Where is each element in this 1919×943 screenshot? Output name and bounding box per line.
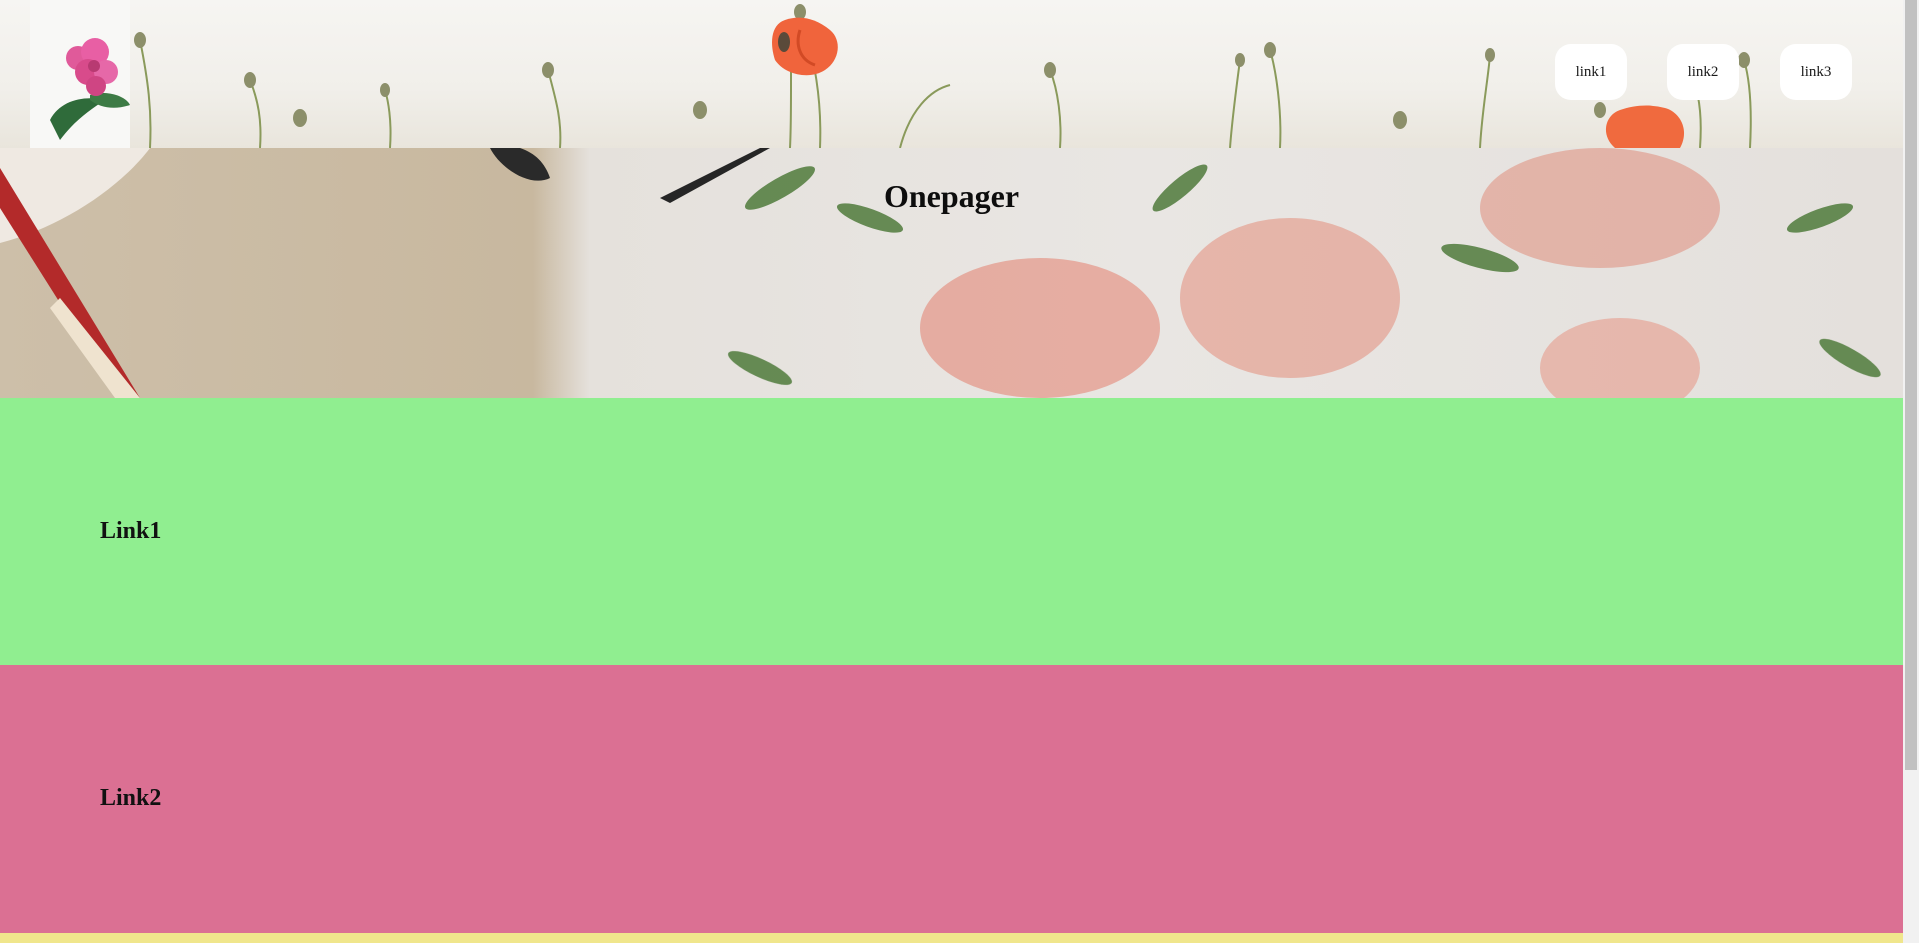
vertical-scrollbar[interactable]: [1903, 0, 1919, 943]
nav-link-2[interactable]: link2: [1667, 44, 1739, 100]
page-title: Onepager: [883, 178, 1020, 214]
hero-banner: Onepager: [0, 148, 1903, 398]
nav-link-3[interactable]: link3: [1780, 44, 1852, 100]
section-link3: [0, 933, 1903, 943]
nav-link-1[interactable]: link1: [1555, 44, 1627, 100]
scrollbar-thumb[interactable]: [1905, 0, 1917, 770]
section-link1: Link1: [0, 398, 1903, 665]
section-link2: Link2: [0, 665, 1903, 933]
section-heading: Link1: [100, 518, 162, 544]
flower-logo-icon: [50, 38, 130, 140]
page: link1 link2 link3 Onepager Link1 Link2: [0, 0, 1903, 943]
logo[interactable]: [30, 0, 130, 148]
site-header: link1 link2 link3: [0, 0, 1903, 148]
section-heading: Link2: [100, 785, 162, 811]
